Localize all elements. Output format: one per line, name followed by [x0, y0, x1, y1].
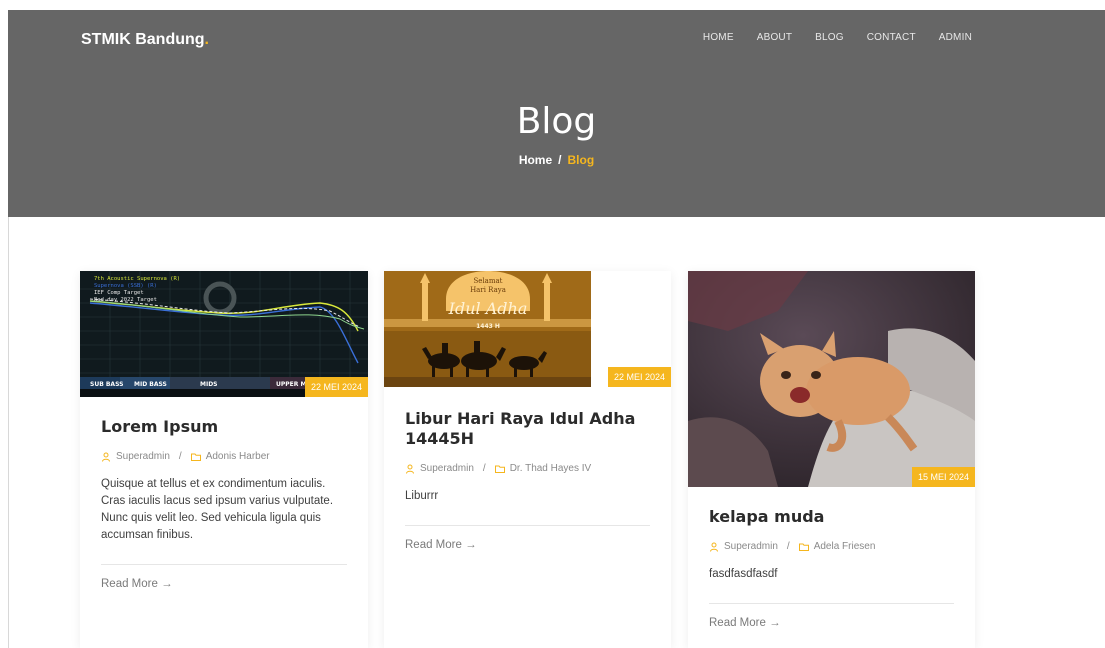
post-excerpt: Quisque at tellus et ex condimentum iacu… [101, 478, 334, 541]
post-excerpt: fasdfasdfasdf [709, 568, 778, 580]
meta-separator: / [786, 541, 790, 552]
read-more-link[interactable]: Read More → [101, 578, 173, 590]
nav-about-link[interactable]: ABOUT [757, 32, 792, 43]
user-icon [102, 452, 110, 462]
post-meta: Superadmin / Dr. Thad Hayes IV [405, 463, 650, 474]
card-body: Lorem Ipsum Superadmin / Adonis Harber Q… [101, 417, 347, 592]
band-label: MID BASS [134, 381, 167, 388]
post-category[interactable]: Adonis Harber [206, 451, 270, 462]
blog-card: 15 MEI 2024 kelapa muda Superadmin / Ade… [688, 271, 975, 648]
hero-header: STMIK Bandung. HOME ABOUT BLOG CONTACT A… [8, 10, 1105, 217]
greeting-year: 1443 H [476, 323, 500, 330]
card-body: Libur Hari Raya Idul Adha 14445H Superad… [405, 409, 650, 553]
blog-card: Selamat Hari Raya Idul Adha 1443 H 22 ME… [384, 271, 671, 648]
post-meta: Superadmin / Adela Friesen [709, 541, 954, 552]
post-author[interactable]: Superadmin [116, 451, 170, 462]
card-body: kelapa muda Superadmin / Adela Friesen f… [709, 507, 954, 631]
greeting-line: Selamat [474, 277, 503, 285]
breadcrumb-current: Blog [567, 153, 595, 167]
folder-icon [798, 543, 809, 551]
meta-separator: / [482, 463, 486, 474]
page-title: Blog [516, 101, 597, 142]
post-thumbnail[interactable]: 7th Acoustic Supernova (R) Supernova (SS… [80, 271, 368, 397]
band-label: MIDS [200, 381, 218, 388]
post-meta: Superadmin / Adonis Harber [101, 451, 347, 462]
eid-adha-greeting-image: Selamat Hari Raya Idul Adha 1443 H [384, 271, 591, 387]
nav-home-link[interactable]: HOME [703, 32, 734, 43]
post-title[interactable]: kelapa muda [709, 507, 954, 527]
post-author[interactable]: Superadmin [724, 541, 778, 552]
folder-icon [494, 465, 505, 473]
post-category[interactable]: Adela Friesen [814, 541, 876, 552]
date-badge: 22 MEI 2024 [607, 367, 671, 387]
greeting-line: Hari Raya [470, 286, 506, 294]
breadcrumb: Home / Blog [8, 153, 1105, 167]
post-category[interactable]: Dr. Thad Hayes IV [510, 463, 592, 474]
nav-admin-link[interactable]: ADMIN [939, 32, 972, 43]
post-thumbnail[interactable]: 15 MEI 2024 [688, 271, 975, 487]
greeting-title: Idul Adha [448, 299, 528, 318]
kitten-photo-image [688, 271, 975, 487]
band-label: SUB BASS [90, 381, 123, 388]
legend-entry: 7th Acoustic Supernova (R) [94, 276, 180, 282]
brand-dot: . [204, 31, 209, 48]
user-icon [710, 542, 718, 552]
date-badge: 22 MEI 2024 [304, 377, 368, 397]
breadcrumb-home-link[interactable]: Home [519, 153, 552, 167]
brand-name[interactable]: STMIK Bandung [81, 31, 205, 48]
read-more-link[interactable]: Read More → [709, 617, 781, 629]
read-more-link[interactable]: Read More → [405, 539, 477, 551]
card-divider [709, 603, 954, 604]
legend-entry: Supernova (SSB) (R) [94, 283, 157, 289]
date-badge: 15 MEI 2024 [911, 467, 975, 487]
folder-icon [190, 453, 201, 461]
user-icon [406, 464, 414, 474]
post-title[interactable]: Libur Hari Raya Idul Adha 14445H [405, 409, 650, 449]
card-divider [405, 525, 650, 526]
band-label: UPPER M [276, 381, 306, 388]
blog-card: 7th Acoustic Supernova (R) Supernova (SS… [80, 271, 368, 648]
post-title[interactable]: Lorem Ipsum [101, 417, 347, 437]
card-divider [101, 564, 347, 565]
legend-entry: IEF Comp Target [94, 290, 144, 296]
nav-contact-link[interactable]: CONTACT [867, 32, 916, 43]
breadcrumb-separator: / [558, 153, 562, 167]
post-author[interactable]: Superadmin [420, 463, 474, 474]
post-excerpt: Liburrr [405, 490, 439, 502]
nav-blog-link[interactable]: BLOG [815, 32, 844, 43]
brand-logo[interactable]: STMIK Bandung. [81, 31, 209, 49]
legend-entry: Bad day 2022 Target [94, 297, 157, 303]
post-thumbnail[interactable]: Selamat Hari Raya Idul Adha 1443 H 22 ME… [384, 271, 671, 389]
meta-separator: / [178, 451, 182, 462]
main-nav: HOME ABOUT BLOG CONTACT ADMIN [703, 32, 972, 43]
